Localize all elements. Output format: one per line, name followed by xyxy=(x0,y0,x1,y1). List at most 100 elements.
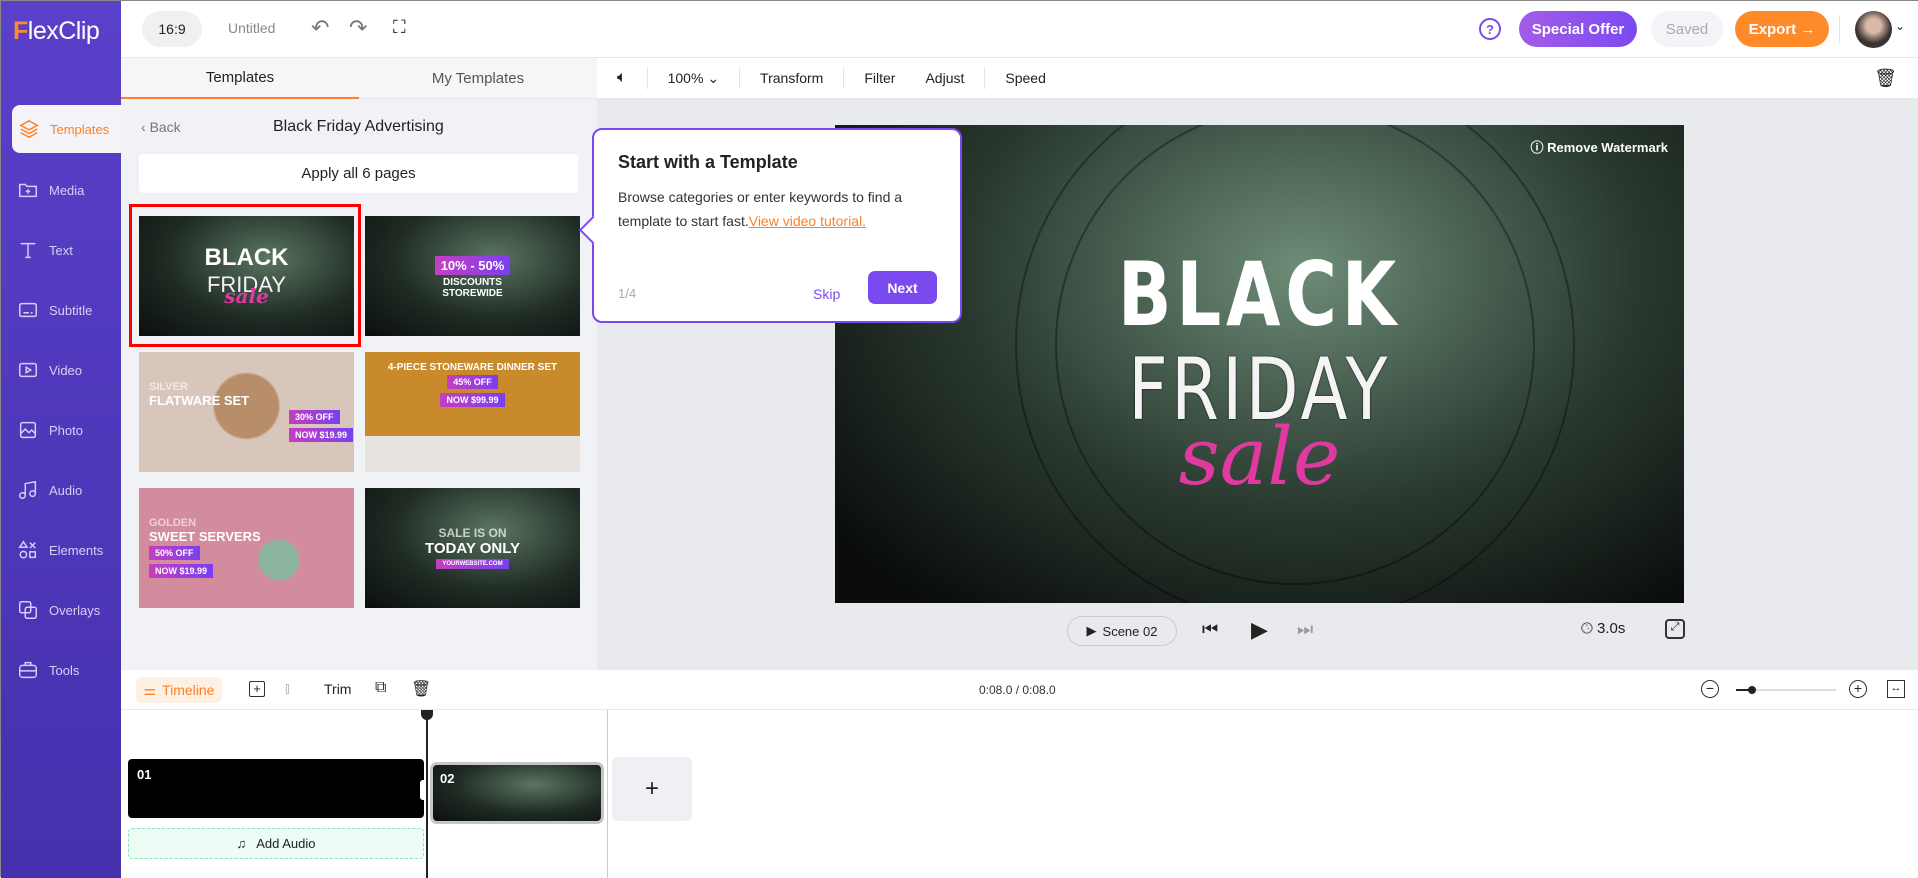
watermark-label: Remove Watermark xyxy=(1547,140,1668,155)
back-button[interactable]: ‹ Back xyxy=(141,119,181,135)
skip-button[interactable]: Skip xyxy=(813,286,840,302)
zoom-in-icon[interactable]: + xyxy=(1849,680,1867,698)
zoom-slider-thumb[interactable] xyxy=(1748,686,1756,694)
clock-icon: 🕓︎ xyxy=(1581,620,1593,637)
playhead[interactable] xyxy=(421,710,433,878)
delete-icon[interactable]: 🗑︎ xyxy=(411,679,431,699)
sidebar-label: Elements xyxy=(49,542,104,558)
special-offer-button[interactable]: Special Offer xyxy=(1519,11,1637,47)
adjust-button[interactable]: Adjust xyxy=(905,67,986,89)
thumb-text: NOW $99.99 xyxy=(440,393,505,407)
photo-icon xyxy=(19,421,37,439)
thumb-text: NOW $19.99 xyxy=(289,427,354,442)
sidebar-item-templates[interactable]: Templates xyxy=(12,105,121,153)
thumb-text: DISCOUNTS xyxy=(443,276,502,288)
trim-button[interactable]: Trim xyxy=(324,681,351,697)
divider xyxy=(1839,15,1840,43)
duration-value: 3.0s xyxy=(1597,620,1626,637)
headline-sale: sale xyxy=(1178,410,1341,503)
undo-icon[interactable]: ↶ xyxy=(311,15,329,41)
sidebar-item-overlays[interactable]: Overlays xyxy=(1,586,121,634)
fullscreen-icon[interactable]: ⛶ xyxy=(393,17,406,38)
add-scene-icon[interactable]: + xyxy=(249,681,265,697)
play-icon[interactable]: ▶ xyxy=(1251,617,1268,643)
expand-icon[interactable]: ⤢ xyxy=(1665,619,1685,639)
zoom-out-icon[interactable]: − xyxy=(1701,680,1719,698)
sidebar-item-text[interactable]: Text xyxy=(1,226,121,274)
next-button[interactable]: Next xyxy=(868,271,937,304)
tooltip-title: Start with a Template xyxy=(618,152,798,172)
timeline-icon: ⚌ xyxy=(143,681,157,698)
subtitle-icon xyxy=(19,302,37,318)
sidebar-item-video[interactable]: Video xyxy=(1,346,121,394)
toolbox-icon xyxy=(19,661,37,679)
clip-number: 02 xyxy=(440,771,455,786)
flexclip-logo[interactable]: FlexClip xyxy=(13,17,100,46)
tooltip-body: Browse categories or enter keywords to f… xyxy=(618,185,936,233)
skip-forward-icon[interactable]: ⏭︎ xyxy=(1297,619,1313,640)
thumb-text: SILVER xyxy=(149,380,188,393)
video-tutorial-link[interactable]: View video tutorial. xyxy=(749,213,866,229)
sidebar-label: Subtitle xyxy=(49,302,93,318)
add-clip-button[interactable]: + xyxy=(612,757,692,821)
thumb-text: sale xyxy=(224,284,269,308)
sidebar-item-tools[interactable]: Tools xyxy=(1,646,121,694)
template-thumb-1[interactable]: BLACK FRIDAY sale xyxy=(139,216,354,336)
template-thumb-6[interactable]: SALE IS ON TODAY ONLY YOURWEBSITE.COM xyxy=(365,488,580,608)
thumb-text: GOLDEN xyxy=(149,516,197,529)
video-canvas[interactable]: ⓘ Remove Watermark BLACK FRIDAY sale xyxy=(835,125,1684,603)
sidebar-item-audio[interactable]: Audio xyxy=(1,466,121,514)
onboarding-tooltip: Start with a Template Browse categories … xyxy=(592,128,962,323)
duplicate-icon[interactable]: ⧉ xyxy=(375,679,386,697)
thumb-text: TODAY ONLY xyxy=(424,539,521,557)
tab-my-templates[interactable]: My Templates xyxy=(359,58,597,99)
zoom-slider[interactable] xyxy=(1736,686,1836,694)
export-button[interactable]: Export → xyxy=(1735,11,1829,47)
chevron-down-icon[interactable]: ⌄ xyxy=(1895,19,1905,33)
add-audio-button[interactable]: ♫ Add Audio xyxy=(128,828,424,859)
fit-width-icon[interactable]: ↔ xyxy=(1887,680,1905,698)
aspect-ratio-button[interactable]: 16:9 xyxy=(142,11,202,47)
saved-status: Saved xyxy=(1651,11,1723,47)
split-icon[interactable]: ⫾ xyxy=(285,680,290,697)
thumb-text: 4-PIECE STONEWARE DINNER SET xyxy=(387,362,558,373)
redo-icon[interactable]: ↷ xyxy=(349,15,367,41)
remove-watermark-button[interactable]: ⓘ Remove Watermark xyxy=(1530,137,1668,156)
text-icon xyxy=(20,242,36,259)
duration[interactable]: 🕓︎ 3.0s xyxy=(1581,620,1625,637)
thumb-text: FLATWARE SET xyxy=(149,392,250,408)
filter-button[interactable]: Filter xyxy=(844,67,905,89)
template-thumb-3[interactable]: SILVER FLATWARE SET 30% OFF NOW $19.99 xyxy=(139,352,354,472)
sidebar-item-elements[interactable]: Elements xyxy=(1,526,121,574)
sidebar-item-subtitle[interactable]: Subtitle xyxy=(1,286,121,334)
avatar[interactable] xyxy=(1855,11,1892,48)
help-icon[interactable]: ? xyxy=(1479,18,1501,40)
clip-01[interactable]: 01 xyxy=(128,759,424,818)
apply-all-button[interactable]: Apply all 6 pages xyxy=(139,154,578,193)
skip-back-icon[interactable]: ⏮︎ xyxy=(1202,619,1218,640)
thumb-text: YOURWEBSITE.COM xyxy=(436,558,509,569)
thumb-text: SWEET SERVERS xyxy=(149,528,261,544)
playhead-handle[interactable] xyxy=(421,710,433,720)
template-thumb-2[interactable]: 10% - 50% DISCOUNTS STOREWIDE xyxy=(365,216,580,336)
template-thumb-4[interactable]: 4-PIECE STONEWARE DINNER SET 45% OFF NOW $… xyxy=(365,352,580,472)
play-scene-button[interactable]: ▶ Scene 02 xyxy=(1067,616,1177,646)
template-thumb-5[interactable]: GOLDEN SWEET SERVERS 50% OFF NOW $19.99 xyxy=(139,488,354,608)
trash-icon[interactable]: 🗑︎ xyxy=(1874,68,1897,89)
thumb-text: SALE IS ON xyxy=(438,525,507,540)
timeline-tab[interactable]: ⚌ Timeline xyxy=(136,677,222,703)
transform-button[interactable]: Transform xyxy=(740,67,845,89)
category-title: Black Friday Advertising xyxy=(273,118,444,135)
video-icon xyxy=(19,362,37,378)
thumb-text: NOW $19.99 xyxy=(149,563,214,578)
sidebar-item-photo[interactable]: Photo xyxy=(1,406,121,454)
edit-toolbar: 🔈︎ 100% ⌄ Transform Filter Adjust Speed … xyxy=(597,58,1918,99)
sidebar-item-media[interactable]: Media xyxy=(1,166,121,214)
time-readout: 0:08.0 / 0:08.0 xyxy=(979,683,1056,697)
speed-button[interactable]: Speed xyxy=(985,67,1065,89)
volume-icon[interactable]: 🔈︎ xyxy=(597,67,648,89)
project-title[interactable]: Untitled xyxy=(228,20,275,36)
tab-templates[interactable]: Templates xyxy=(121,58,359,99)
zoom-select[interactable]: 100% ⌄ xyxy=(648,67,741,89)
clip-02[interactable]: 02 xyxy=(430,762,604,824)
